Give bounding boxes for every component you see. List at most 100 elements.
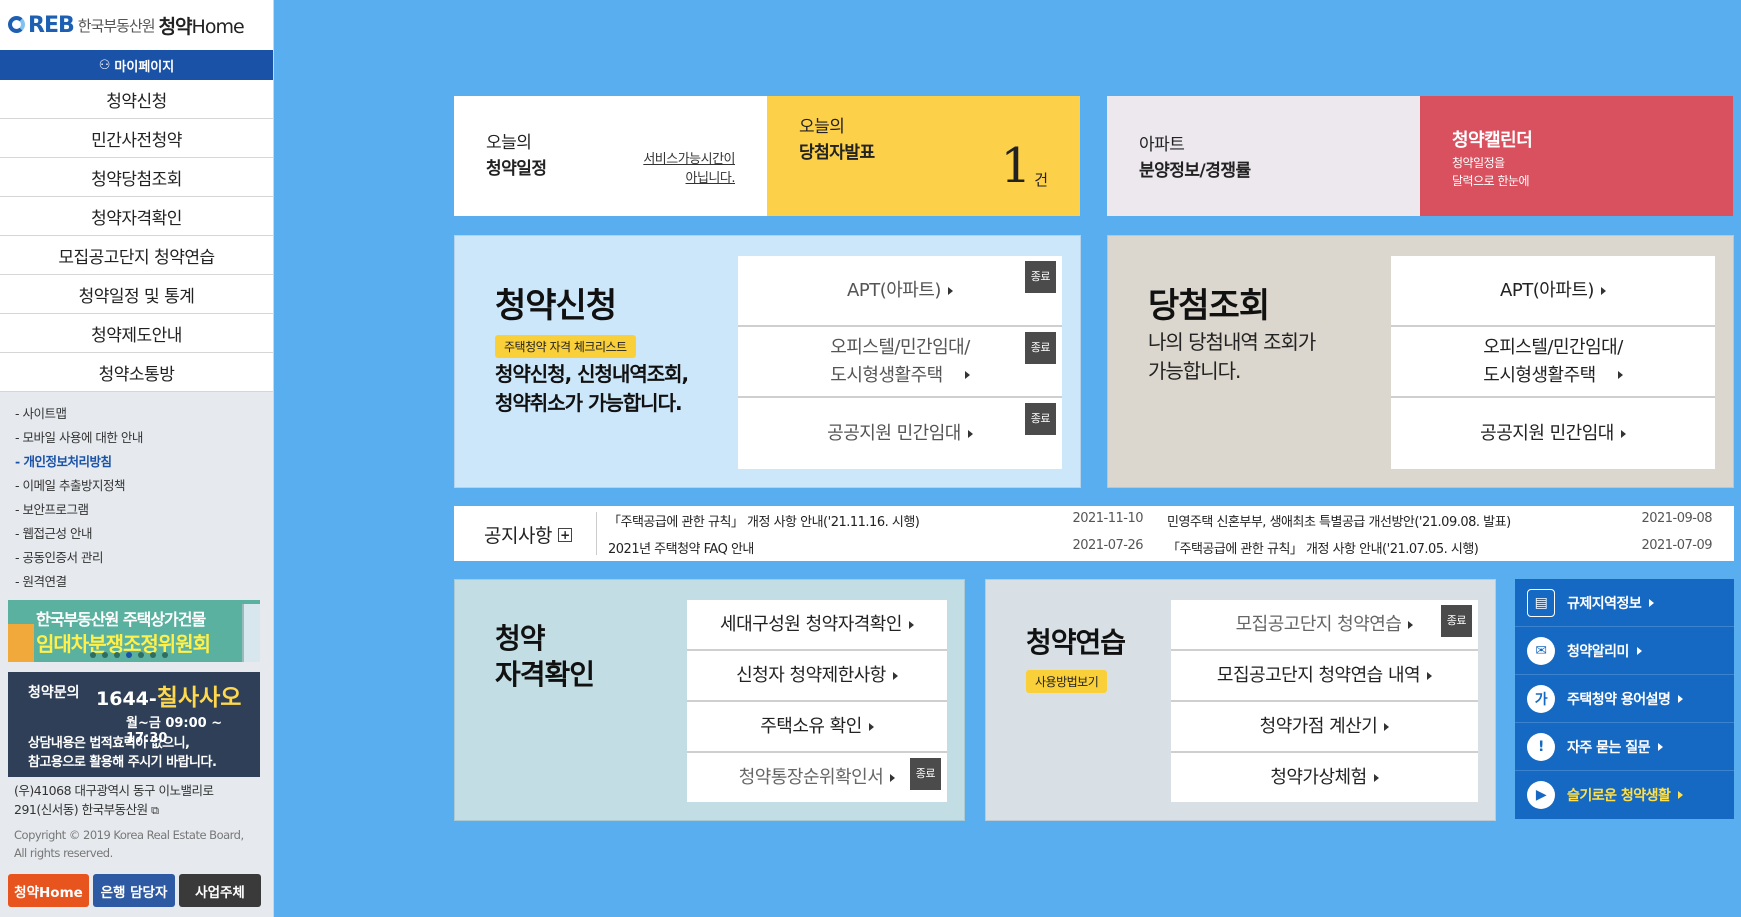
apply-apt[interactable]: APT(아파트) 종료 (738, 256, 1062, 327)
tile-calendar[interactable]: 청약캘린더 청약일정을 달력으로 한눈에 (1420, 96, 1733, 216)
notice-more-button[interactable]: + (557, 527, 572, 542)
quick-glossary[interactable]: 가 주택청약 용어설명 (1515, 675, 1734, 723)
link-email-policy[interactable]: - 이메일 추출방지정책 (15, 474, 273, 498)
winner-count-wrap: 1 건 (1001, 142, 1048, 190)
menu-item-community[interactable]: 청약소통방 (0, 353, 273, 392)
pager-dot[interactable] (90, 652, 96, 658)
mypage-label: 마이페이지 (114, 59, 175, 75)
eligibility-panel: 청약 자격확인 세대구성원 청약자격확인 신청자 청약제한사항 주택소유 확인 … (454, 579, 965, 821)
apply-desc-line2: 청약취소가 가능합니다. (495, 391, 683, 415)
pager-dot-active[interactable] (126, 652, 132, 658)
apply-desc-line1: 청약신청, 신청내역조회, (495, 362, 689, 386)
link-privacy[interactable]: - 개인정보처리방침 (15, 450, 273, 474)
glossary-icon: 가 (1527, 684, 1555, 713)
quick-alert[interactable]: ✉ 청약알리미 (1515, 627, 1734, 675)
notice-date: 2021-11-10 (1072, 511, 1143, 526)
quick-label: 규제지역정보 (1567, 595, 1642, 612)
house-illustration (8, 624, 34, 662)
pager-dot[interactable] (162, 652, 168, 658)
building-illustration (242, 604, 260, 662)
link-remote[interactable]: - 원격연결 (15, 570, 273, 594)
mypage-button[interactable]: ⚇ 마이페이지 (0, 50, 273, 80)
end-badge: 종료 (1024, 403, 1056, 435)
bank-staff-button[interactable]: 은행 담당자 (93, 874, 175, 907)
quick-faq[interactable]: ! 자주 묻는 질문 (1515, 723, 1734, 771)
winner-apt[interactable]: APT(아파트) (1391, 256, 1715, 327)
practice-history-label: 모집공고단지 청약연습 내역 (1216, 664, 1421, 686)
apply-desc: 청약신청, 신청내역조회, 청약취소가 가능합니다. (495, 360, 689, 418)
score-calculator[interactable]: 청약가점 계산기 (1171, 702, 1478, 753)
eligibility-title: 청약 자격확인 (495, 621, 595, 693)
quick-smart-life[interactable]: ▶ 슬기로운 청약생활 (1515, 771, 1734, 819)
end-badge: 종료 (1440, 605, 1472, 637)
notice-title: 「주택공급에 관한 규칙」 개정 사항 안내('21.11.16. 시행) (608, 515, 920, 530)
menu-item-winner[interactable]: 청약당첨조회 (0, 158, 273, 197)
notice-date: 2021-09-08 (1641, 511, 1712, 526)
quick-label: 슬기로운 청약생활 (1567, 788, 1671, 804)
practice-history[interactable]: 모집공고단지 청약연습 내역 (1171, 651, 1478, 702)
link-sitemap[interactable]: - 사이트맵 (15, 402, 273, 426)
account-rank-label: 청약통장순위확인서 (738, 766, 884, 788)
quick-regulated-area[interactable]: ▤ 규제지역정보 (1515, 579, 1734, 627)
winner-officetel[interactable]: 오피스텔/민간임대/ 도시형생활주택 (1391, 327, 1715, 398)
notice-bar: 공지사항 + 「주택공급에 관한 규칙」 개정 사항 안내('21.11.16.… (454, 506, 1734, 561)
practice-panel: 청약연습 사용방법보기 모집공고단지 청약연습 종료 모집공고단지 청약연습 내… (985, 579, 1496, 821)
link-mobile-guide[interactable]: - 모바일 사용에 대한 안내 (15, 426, 273, 450)
quick-label: 자주 묻는 질문 (1567, 739, 1651, 756)
virtual-experience-label: 청약가상체험 (1270, 766, 1367, 788)
applicant-restriction[interactable]: 신청자 청약제한사항 (687, 651, 947, 702)
pager-dot[interactable] (102, 652, 108, 658)
winner-desc: 나의 당첨내역 조회가 가능합니다. (1148, 328, 1316, 386)
notice-row[interactable]: 「주택공급에 관한 규칙」 개정 사항 안내('21.07.05. 시행) 20… (1167, 538, 1712, 557)
link-certificate[interactable]: - 공동인증서 관리 (15, 546, 273, 570)
tile-apt-info[interactable]: 아파트 분양정보/경쟁률 (1107, 96, 1420, 216)
arrow-right-icon (890, 773, 896, 782)
menu-item-practice[interactable]: 모집공고단지 청약연습 (0, 236, 273, 275)
external-link-icon[interactable]: ⧉ (151, 804, 159, 817)
winner-public-rental[interactable]: 공공지원 민간임대 (1391, 398, 1715, 469)
link-accessibility[interactable]: - 웹접근성 안내 (15, 522, 273, 546)
usage-guide-badge[interactable]: 사용방법보기 (1026, 670, 1108, 693)
arrow-right-icon (1658, 742, 1664, 751)
call-center-box: 청약문의 1644-칠사사오 월~금 09:00 ~ 17:30 상담내용은 법… (8, 672, 260, 777)
checklist-badge[interactable]: 주택청약 자격 체크리스트 (495, 335, 636, 358)
pager-dot[interactable] (138, 652, 144, 658)
menu-item-eligibility[interactable]: 청약자격확인 (0, 197, 273, 236)
menu-item-system-guide[interactable]: 청약제도안내 (0, 314, 273, 353)
notice-row[interactable]: 민영주택 신혼부부, 생애최초 특별공급 개선방안('21.09.08. 발표)… (1167, 511, 1712, 530)
tile-today-winner[interactable]: 오늘의 당첨자발표 1 건 (767, 96, 1080, 216)
winner-count: 1 (1000, 138, 1032, 194)
notice-title: 「주택공급에 관한 규칙」 개정 사항 안내('21.07.05. 시행) (1167, 542, 1479, 557)
dispute-banner[interactable]: 한국부동산원 주택상가건물 임대차분쟁조정위원회 (8, 600, 260, 662)
link-security[interactable]: - 보안프로그램 (15, 498, 273, 522)
tile-today-schedule[interactable]: 오늘의 청약일정 서비스가능시간이 아닙니다. (454, 96, 767, 216)
arrow-right-icon (868, 722, 874, 731)
notice-row[interactable]: 2021년 주택청약 FAQ 안내 2021-07-26 (608, 538, 1143, 557)
tile-calendar-desc: 청약일정을 달력으로 한눈에 (1452, 154, 1530, 190)
household-eligibility[interactable]: 세대구성원 청약자격확인 (687, 600, 947, 651)
house-ownership[interactable]: 주택소유 확인 (687, 702, 947, 753)
home-button[interactable]: 청약Home (8, 874, 89, 907)
virtual-experience[interactable]: 청약가상체험 (1171, 753, 1478, 802)
reb-swirl-icon (8, 15, 25, 33)
winner-desc-line1: 나의 당첨내역 조회가 (1148, 330, 1316, 354)
menu-item-schedule[interactable]: 청약일정 및 통계 (0, 275, 273, 314)
site-logo[interactable]: REB 한국부동산원 청약Home (0, 0, 273, 50)
notice-row[interactable]: 「주택공급에 관한 규칙」 개정 사항 안내('21.11.16. 시행) 20… (608, 511, 1143, 530)
menu-item-apply[interactable]: 청약신청 (0, 80, 273, 119)
menu-item-pre-apply[interactable]: 민간사전청약 (0, 119, 273, 158)
apply-officetel[interactable]: 오피스텔/민간임대/ 도시형생활주택 종료 (738, 327, 1062, 398)
account-rank-certificate[interactable]: 청약통장순위확인서 종료 (687, 753, 947, 802)
winner-title: 당첨조회 (1148, 286, 1270, 326)
practice-complex[interactable]: 모집공고단지 청약연습 종료 (1171, 600, 1478, 651)
apply-public-rental-label: 공공지원 민간임대 (827, 422, 961, 444)
pager-dot[interactable] (150, 652, 156, 658)
user-icon: ⚇ (98, 57, 111, 73)
notice-date: 2021-07-26 (1072, 538, 1143, 553)
service-msg-line1: 서비스가능시간이 (643, 152, 735, 167)
tile-calendar-big: 청약캘린더 (1452, 130, 1533, 151)
copyright: Copyright © 2019 Korea Real Estate Board… (14, 826, 264, 862)
pager-dot[interactable] (114, 652, 120, 658)
business-entity-button[interactable]: 사업주체 (179, 874, 261, 907)
apply-public-rental[interactable]: 공공지원 민간임대 종료 (738, 398, 1062, 469)
